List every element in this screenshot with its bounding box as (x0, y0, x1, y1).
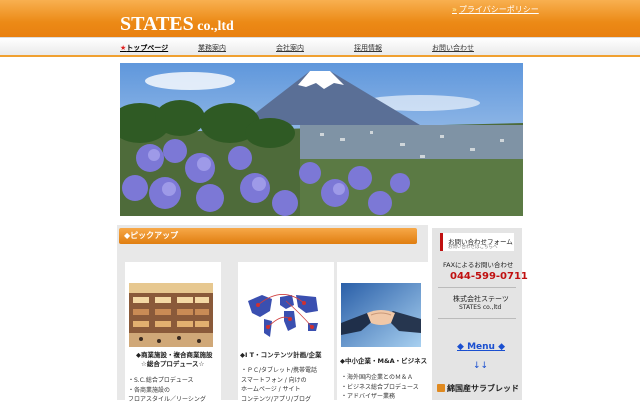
list-item: ・各商業施設の (128, 386, 171, 394)
nav-item-label: トップページ (126, 44, 169, 52)
mall-illustration (129, 283, 213, 347)
card-item-list: ・S.C.総合プロデュース ・各商業施設の フロアスタイル／リーシング (128, 376, 206, 405)
menu-link[interactable]: ◆ Menu ◆ (457, 342, 505, 352)
card-title: ◆I T・コンテンツ計画/企業 (240, 351, 322, 359)
handshake-illustration (341, 283, 421, 347)
down-arrows-icon: ↓↓ (473, 361, 489, 371)
list-item: コンテンツ/アプリ/ブログ (241, 395, 312, 403)
nav-item-top[interactable]: ★トップページ (120, 43, 168, 53)
list-item: ・ビジネス総合プロデュース (341, 383, 419, 391)
main-nav: ★トップページ 業務案内 会社案内 採用情報 お問い合わせ (0, 37, 640, 57)
list-item: ・アドバイザー業務 (341, 393, 396, 400)
handshake-image (341, 283, 421, 347)
diamond-icon: ◆ (494, 342, 505, 352)
privacy-link-label: プライバシーポリシー (458, 5, 539, 14)
privacy-link[interactable]: » プライバシーポリシー (452, 4, 539, 15)
diamond-icon: ◆ (457, 342, 468, 352)
list-item: ・S.C.総合プロデュース (128, 377, 194, 384)
bullet-icon: » (452, 5, 457, 14)
logo-suffix: co.,ltd (193, 19, 234, 34)
card-subtitle: ☆総合プロデュース☆ (141, 360, 205, 368)
world-map-illustration (242, 283, 324, 347)
world-network-image (242, 283, 324, 347)
fax-label: FAXによるお問い合わせ (443, 261, 514, 269)
horse-icon (437, 384, 445, 392)
menu-label-text: Menu (467, 342, 495, 352)
pickup-title: ◆ピックアップ (124, 231, 179, 240)
contact-form-subtitle: お問い合わせはこちらへ (448, 245, 498, 250)
nav-item-contact[interactable]: お問い合わせ (432, 43, 474, 53)
divider (438, 287, 516, 288)
list-item: ・ＰＣ/タブレット/携帯電話 (241, 367, 318, 374)
logo-main: STATES (120, 13, 194, 35)
list-item: ホームページ / サイト (241, 386, 301, 393)
nav-item-company[interactable]: 会社案内 (276, 43, 304, 53)
company-name-en: STATES co.,ltd (459, 304, 502, 311)
hero-image-mount-fuji-hydrangeas (120, 63, 523, 216)
card-item-list: ・海外国内企業とのＭ＆Ａ ・ビジネス総合プロデュース ・アドバイザー業務 (341, 373, 419, 402)
nav-underline (0, 55, 640, 57)
hero-illustration (120, 63, 523, 216)
list-item: スマートフォン / 向けの (241, 376, 307, 384)
card-item-list: ・ＰＣ/タブレット/携帯電話 スマートフォン / 向けの ホームページ / サイ… (241, 366, 317, 404)
contact-form-link[interactable]: お問い合わせフォーム お問い合わせはこちらへ (440, 233, 514, 251)
phone-number: 044-599-0711 (450, 271, 528, 282)
sidebar (432, 228, 522, 400)
sidebar-link-label: 綿国産サラブレッド (447, 384, 519, 393)
card-title: ◆中小企業・M&A・ビジネス (340, 357, 428, 365)
divider (438, 318, 516, 319)
nav-item-business[interactable]: 業務案内 (198, 43, 226, 53)
list-item: ・海外国内企業とのＭ＆Ａ (341, 374, 413, 381)
nav-item-recruit[interactable]: 採用情報 (354, 43, 382, 53)
sidebar-link-thoroughbred[interactable]: 綿国産サラブレッド (437, 383, 519, 394)
site-header: STATES co.,ltd » プライバシーポリシー (0, 0, 640, 37)
mall-interior-image (129, 283, 213, 347)
company-name-jp: 株式会社ステーツ (453, 295, 509, 303)
pickup-heading: ◆ピックアップ (119, 228, 417, 244)
site-logo[interactable]: STATES co.,ltd (120, 12, 234, 39)
